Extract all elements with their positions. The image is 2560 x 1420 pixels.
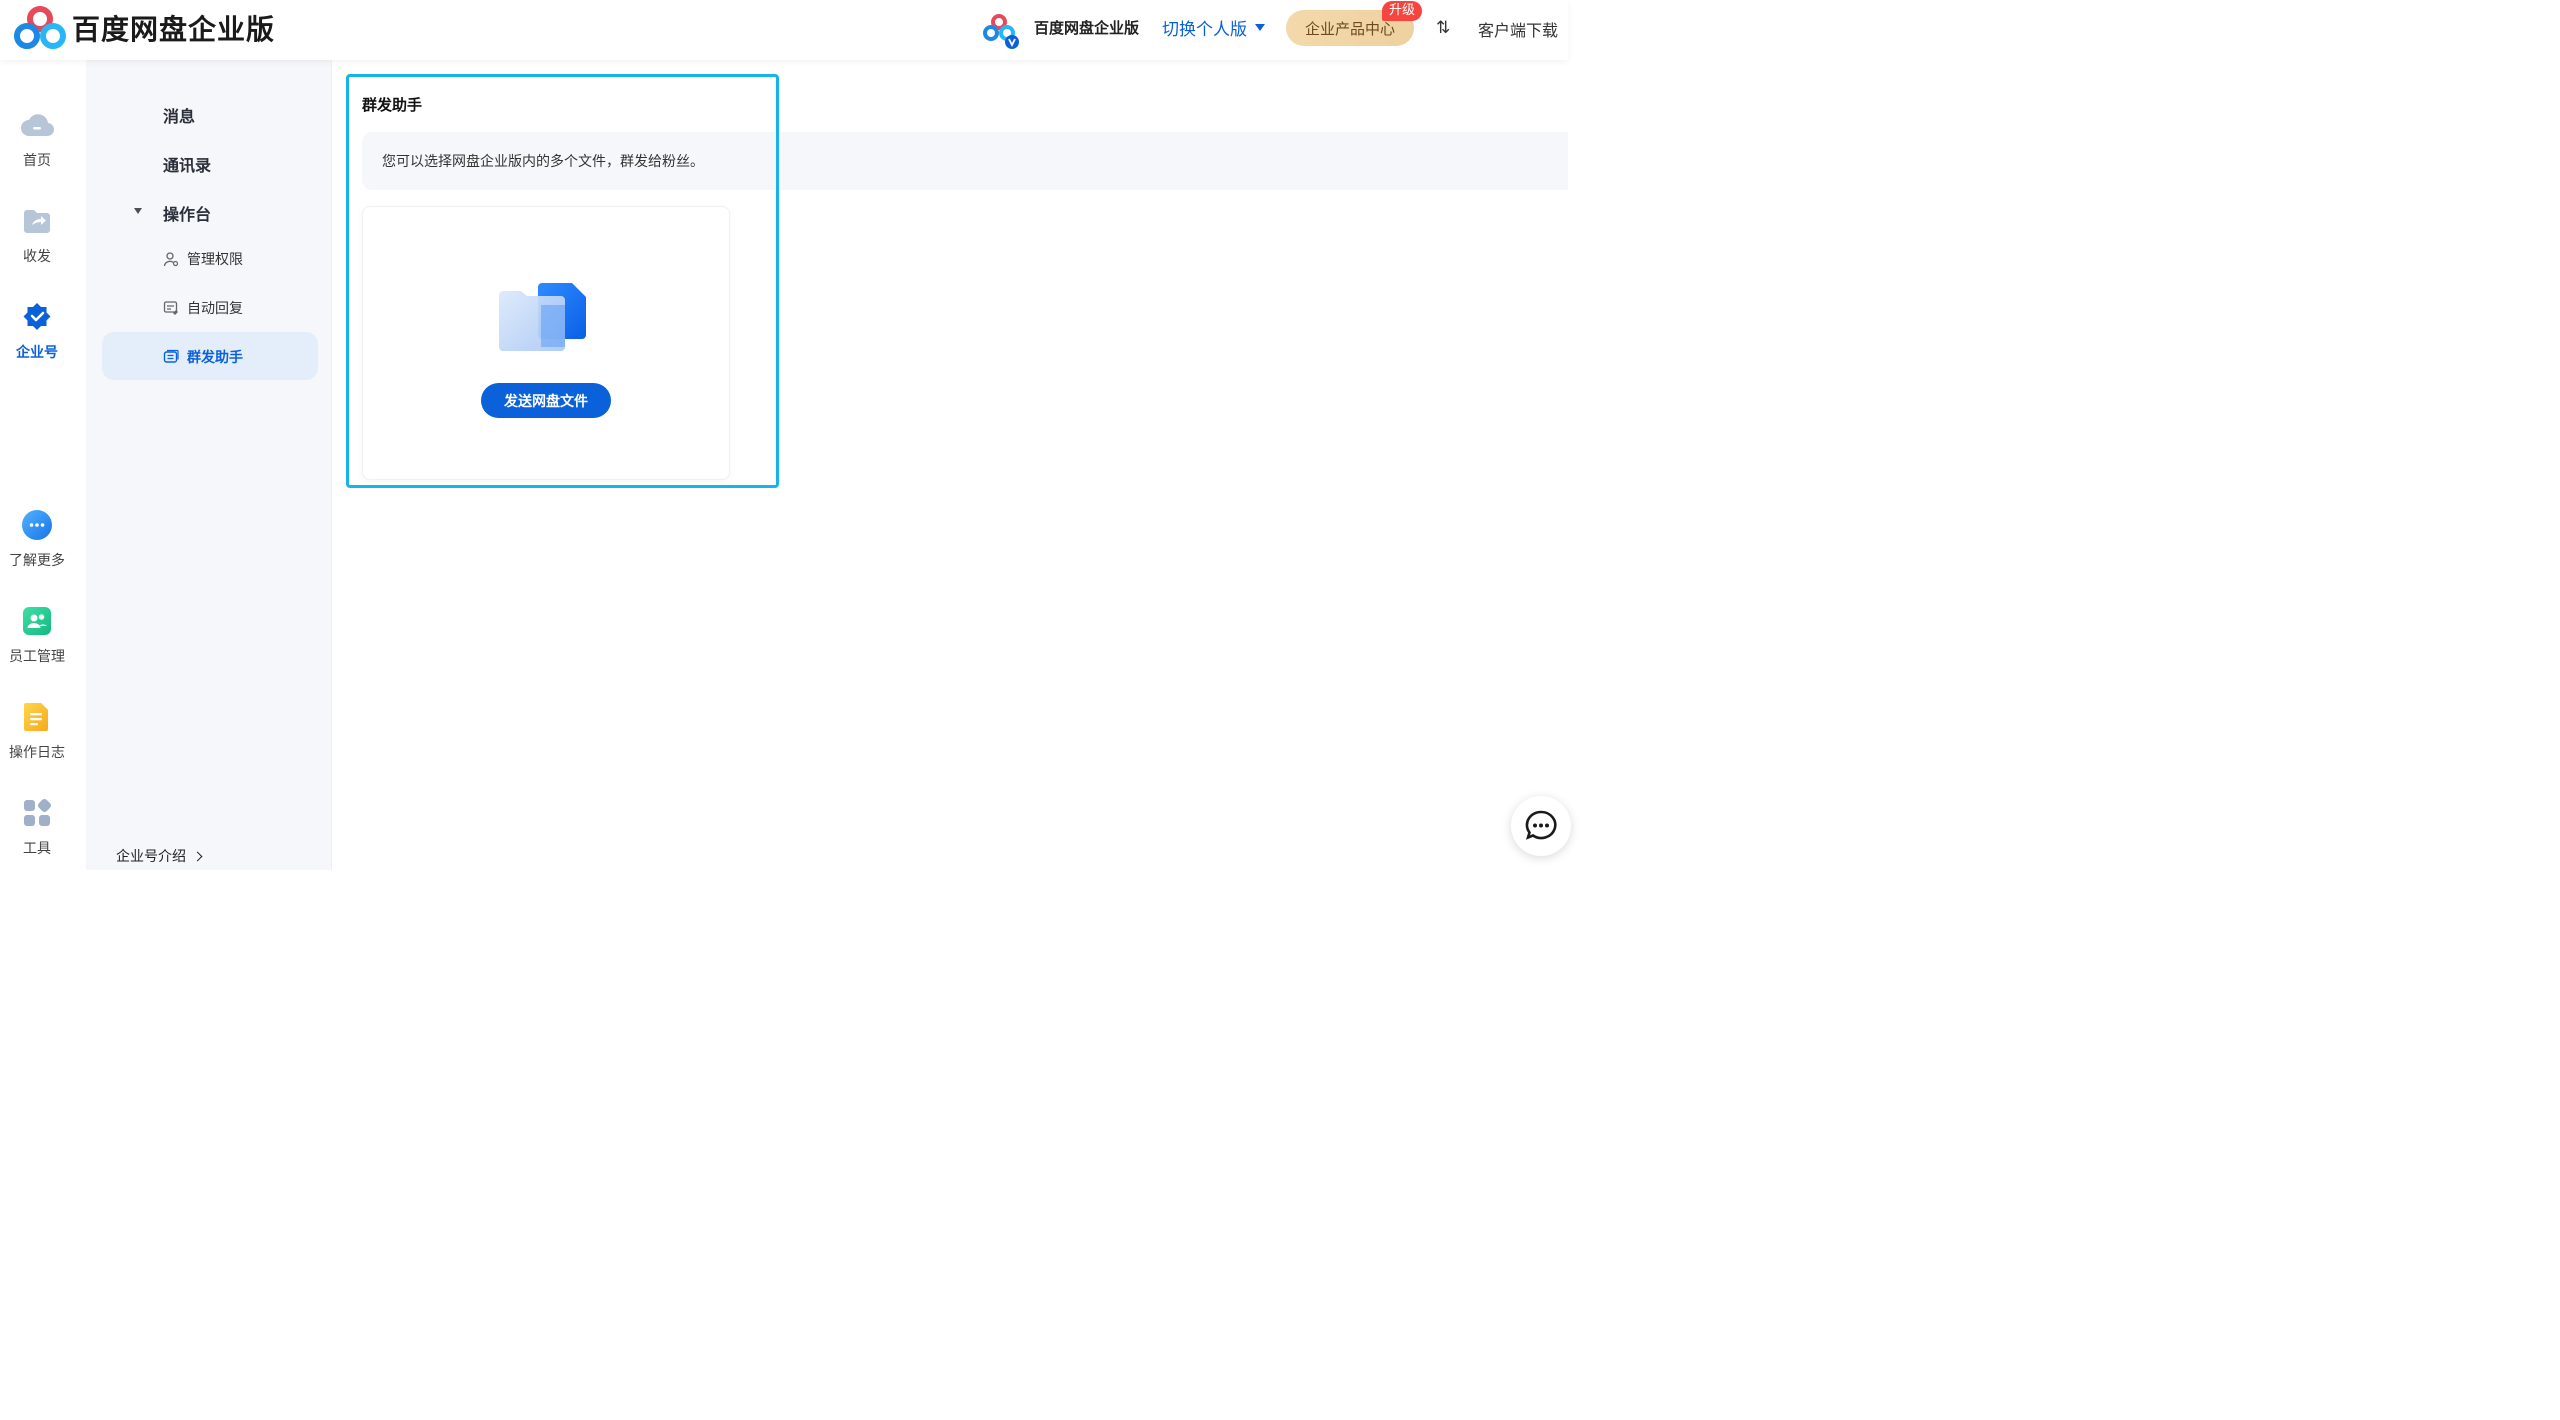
- rail-item-enterprise-account[interactable]: 企业号: [0, 300, 74, 362]
- caret-down-icon: [1255, 24, 1265, 31]
- product-name: 百度网盘企业版: [1034, 19, 1140, 37]
- chat-support-button[interactable]: [1511, 796, 1571, 856]
- more-dots-icon: [20, 508, 54, 542]
- nav-item-permissions[interactable]: 管理权限: [163, 249, 243, 269]
- switch-personal-label: 切换个人版: [1162, 20, 1247, 40]
- upgrade-badge[interactable]: 升级: [1382, 1, 1423, 21]
- rail-label-home: 首页: [23, 153, 51, 169]
- enterprise-verified-logo-icon[interactable]: [982, 12, 1020, 50]
- verified-badge-icon: [20, 300, 54, 334]
- auto-reply-icon: [163, 300, 179, 316]
- broadcast-icon: [163, 349, 179, 365]
- rail-item-operation-log[interactable]: 操作日志: [0, 700, 74, 762]
- chevron-right-icon: [192, 851, 203, 861]
- page-title: 群发助手: [362, 96, 423, 114]
- send-files-card: 发送网盘文件: [362, 206, 730, 480]
- rail-item-transfer[interactable]: 收发: [0, 204, 74, 266]
- nav-item-broadcast-assistant[interactable]: 群发助手: [163, 347, 243, 367]
- people-icon: [20, 604, 54, 638]
- rail-label-tools: 工具: [23, 841, 51, 857]
- enterprise-intro-label: 企业号介绍: [116, 849, 186, 865]
- apps-grid-icon: [20, 796, 54, 830]
- info-text: 您可以选择网盘企业版内的多个文件，群发给粉丝。: [382, 154, 704, 170]
- nav-item-contacts[interactable]: 通讯录: [163, 152, 211, 176]
- client-download-link[interactable]: 客户端下载: [1478, 17, 1558, 41]
- rail-item-home[interactable]: 首页: [0, 108, 74, 170]
- switch-personal-dropdown[interactable]: 切换个人版: [1162, 15, 1265, 40]
- nav-label-auto-reply: 自动回复: [187, 301, 243, 317]
- share-folder-icon: [20, 204, 54, 238]
- user-permission-icon: [163, 251, 179, 267]
- enterprise-product-center-label: 企业产品中心: [1304, 19, 1395, 38]
- rail-item-learn-more[interactable]: 了解更多: [0, 508, 74, 570]
- files-folder-illustration-icon: [499, 283, 586, 351]
- rail-item-tools[interactable]: 工具: [0, 796, 74, 858]
- main-content: 群发助手 您可以选择网盘企业版内的多个文件，群发给粉丝。 发送网盘文件: [332, 60, 1568, 870]
- rail-label-enterprise-account: 企业号: [16, 345, 58, 361]
- brand-title: 百度网盘企业版: [72, 13, 276, 46]
- nav-item-console[interactable]: 操作台: [163, 201, 211, 225]
- info-banner: 您可以选择网盘企业版内的多个文件，群发给粉丝。: [362, 132, 1568, 190]
- top-header: 百度网盘企业版 百度网盘企业版 切换个人版 企业产品中心 升级 ⇅ 客户端下载: [0, 0, 1568, 60]
- log-doc-icon: [20, 700, 54, 734]
- nav-label-permissions: 管理权限: [187, 252, 243, 268]
- rail-item-staff-management[interactable]: 员工管理: [0, 604, 74, 666]
- secondary-nav: 消息 通讯录 操作台 管理权限 自动回复 群发助手 企业号介绍: [86, 60, 332, 870]
- rail-label-operation-log: 操作日志: [9, 745, 65, 761]
- rail-label-staff-management: 员工管理: [9, 649, 65, 665]
- transfer-icon[interactable]: ⇅: [1436, 18, 1450, 38]
- baidu-netdisk-logo-icon[interactable]: [14, 6, 66, 50]
- caret-down-icon[interactable]: [134, 208, 142, 214]
- nav-label-broadcast-assistant: 群发助手: [187, 350, 243, 366]
- cloud-icon: [20, 108, 54, 142]
- chat-bubble-icon: [1525, 810, 1557, 840]
- left-rail: 首页 收发 企业号 了解更多 员工管理 操作日志 工具: [0, 60, 86, 870]
- nav-item-auto-reply[interactable]: 自动回复: [163, 298, 243, 318]
- rail-label-learn-more: 了解更多: [9, 553, 65, 569]
- enterprise-intro-link[interactable]: 企业号介绍: [116, 846, 203, 866]
- send-netdisk-files-button[interactable]: 发送网盘文件: [481, 383, 611, 418]
- nav-item-messages[interactable]: 消息: [163, 103, 195, 127]
- rail-label-transfer: 收发: [23, 249, 51, 265]
